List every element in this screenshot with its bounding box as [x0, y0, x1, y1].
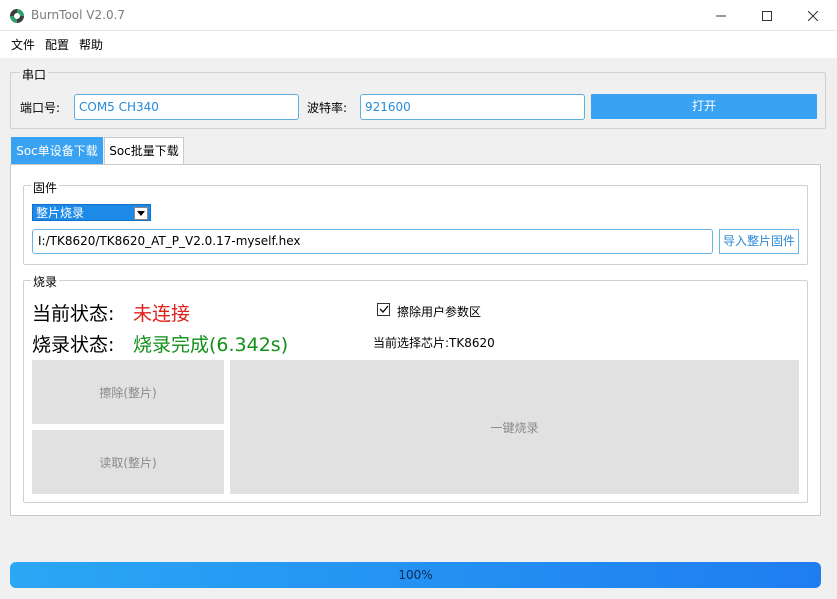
read-full-button[interactable]: 读取(整片) — [32, 430, 224, 494]
one-click-burn-button[interactable]: 一键烧录 — [230, 360, 799, 494]
window-title: BurnTool V2.0.7 — [31, 8, 126, 22]
tab-single-device[interactable]: Soc单设备下载 — [11, 137, 103, 164]
baud-field[interactable]: 921600 — [360, 94, 585, 120]
port-label: 端口号: — [20, 101, 61, 115]
one-click-burn-label: 一键烧录 — [490, 420, 539, 435]
menu-file[interactable]: 文件 — [11, 36, 35, 53]
app-logo-icon — [9, 8, 25, 24]
erase-full-button[interactable]: 擦除(整片) — [32, 360, 224, 424]
maximize-button[interactable] — [744, 0, 790, 31]
progress-text: 100% — [398, 568, 433, 582]
current-status-value: 未连接 — [133, 303, 191, 325]
menu-config[interactable]: 配置 — [45, 36, 69, 53]
erase-user-params-label: 擦除用户参数区 — [397, 305, 482, 319]
current-status-label: 当前状态: — [32, 303, 115, 325]
burn-mode-selected: 整片烧录 — [36, 206, 85, 220]
burn-status-value: 烧录完成(6.342s) — [133, 334, 289, 356]
minimize-icon — [716, 11, 726, 21]
checkmark-icon — [379, 303, 389, 317]
erase-full-label: 擦除(整片) — [99, 385, 157, 400]
burn-mode-select[interactable]: 整片烧录 — [32, 204, 151, 221]
menu-bar — [0, 31, 837, 58]
firmware-group-title: 固件 — [31, 179, 60, 196]
menu-help[interactable]: 帮助 — [79, 36, 103, 53]
baud-label: 波特率: — [307, 101, 348, 115]
firmware-path-field[interactable]: I:/TK8620/TK8620_AT_P_V2.0.17-myself.hex — [32, 229, 713, 254]
read-full-label: 读取(整片) — [99, 455, 157, 470]
minimize-button[interactable] — [698, 0, 744, 31]
selected-chip-text: 当前选择芯片:TK8620 — [373, 336, 495, 350]
port-field[interactable]: COM5 CH340 — [74, 94, 299, 120]
import-firmware-button[interactable]: 导入整片固件 — [719, 229, 799, 254]
serial-group-title: 串口 — [20, 66, 49, 83]
close-button[interactable] — [790, 0, 836, 31]
erase-user-params-checkbox[interactable] — [377, 303, 390, 316]
open-button[interactable]: 打开 — [591, 94, 817, 119]
tab-batch-download[interactable]: Soc批量下载 — [104, 137, 184, 164]
burn-status-label: 烧录状态: — [32, 334, 115, 356]
burn-group-title: 烧录 — [31, 273, 60, 290]
chevron-down-icon — [134, 207, 148, 220]
close-icon — [808, 10, 818, 21]
maximize-icon — [762, 10, 772, 21]
